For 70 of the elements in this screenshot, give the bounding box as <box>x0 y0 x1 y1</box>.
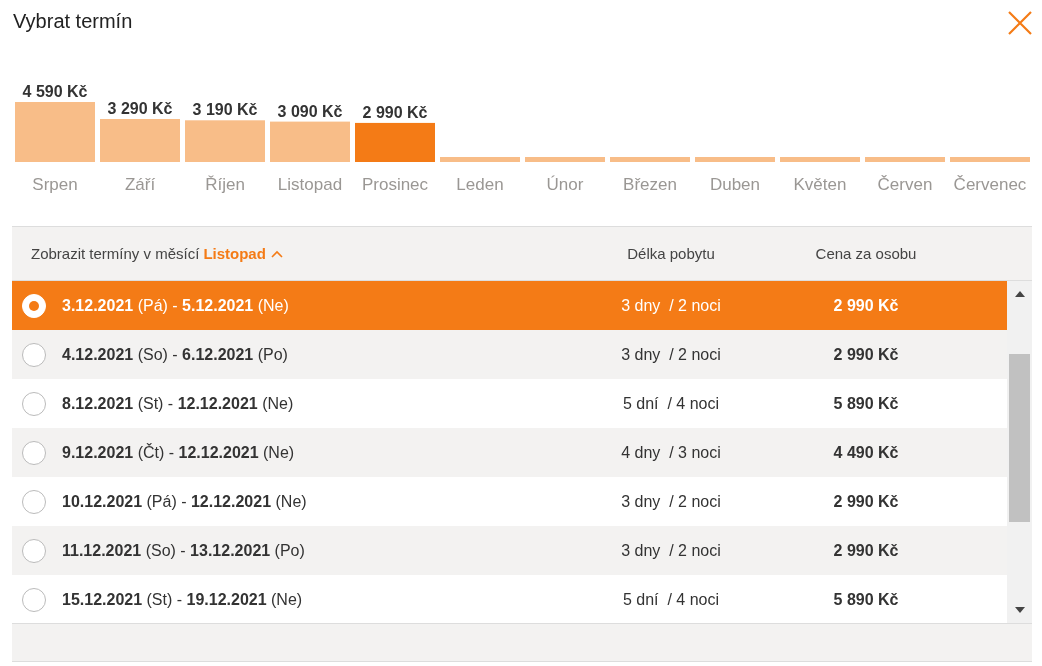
radio-button[interactable] <box>22 587 46 612</box>
empty-month-bar[interactable] <box>780 157 860 162</box>
price-label: 4 590 Kč <box>22 83 88 100</box>
stay-length: 3 dny / 2 noci <box>621 492 721 510</box>
month-label[interactable]: Březen <box>623 175 677 194</box>
price-bar[interactable] <box>355 122 435 162</box>
month-label[interactable]: Únor <box>546 175 584 194</box>
stay-length: 5 dní / 4 noci <box>622 394 720 412</box>
month-label[interactable]: Květen <box>793 175 847 194</box>
date-range: 15.12.2021 (St) - 19.12.2021 (Ne) <box>62 590 303 609</box>
dialog-title: Vybrat termín <box>13 9 133 33</box>
empty-month-bar[interactable] <box>525 157 605 162</box>
stay-length: 5 dní / 4 noci <box>622 590 720 608</box>
empty-month-bar[interactable] <box>865 157 945 162</box>
stay-length: 3 dny / 2 noci <box>621 541 721 559</box>
radio-button[interactable] <box>22 342 46 367</box>
radio-button[interactable] <box>22 440 46 465</box>
radio-button[interactable] <box>22 489 46 514</box>
price-per-person: 2 990 Kč <box>833 541 899 559</box>
empty-month-bar[interactable] <box>440 157 520 162</box>
month-label[interactable]: Září <box>124 175 156 194</box>
price-per-person: 5 890 Kč <box>833 590 899 608</box>
month-label[interactable]: Prosinec <box>361 175 429 194</box>
date-range: 10.12.2021 (Pá) - 12.12.2021 (Ne) <box>62 492 307 511</box>
stay-length: 4 dny / 3 noci <box>621 443 721 461</box>
close-icon <box>1008 11 1032 35</box>
scroll-up-icon[interactable] <box>1014 291 1025 297</box>
close-button[interactable] <box>1008 11 1032 35</box>
empty-month-bar[interactable] <box>695 157 775 162</box>
date-range: 8.12.2021 (St) - 12.12.2021 (Ne) <box>62 394 294 413</box>
month-label[interactable]: Listopad <box>277 175 343 194</box>
filter-label: Zobrazit termíny v měsící <box>31 245 200 262</box>
price-per-person: 2 990 Kč <box>833 296 899 314</box>
scrollbar[interactable] <box>1007 281 1032 623</box>
price-label: 3 290 Kč <box>107 100 173 117</box>
month-label[interactable]: Červen <box>877 175 933 194</box>
table-row[interactable]: 9.12.2021 (Čt) - 12.12.2021 (Ne) 4 dny / 3 noci 4 490 Kč <box>12 428 1007 477</box>
month-label[interactable]: Červenec <box>953 175 1027 194</box>
date-range: 4.12.2021 (So) - 6.12.2021 (Po) <box>62 345 288 364</box>
column-header: Délka pobytu <box>626 245 716 262</box>
stay-length: 3 dny / 2 noci <box>621 296 721 314</box>
price-per-person: 4 490 Kč <box>833 443 899 461</box>
date-range: 11.12.2021 (So) - 13.12.2021 (Po) <box>62 541 305 560</box>
price-bar[interactable] <box>185 120 265 162</box>
date-range: 9.12.2021 (Čt) - 12.12.2021 (Ne) <box>62 443 295 462</box>
price-per-person: 5 890 Kč <box>833 394 899 412</box>
radio-button[interactable] <box>22 538 46 563</box>
price-bar[interactable] <box>270 121 350 162</box>
table-row[interactable]: 11.12.2021 (So) - 13.12.2021 (Po) 3 dny / 2 noci 2 990 Kč <box>12 526 1007 575</box>
empty-month-bar[interactable] <box>610 157 690 162</box>
radio-button[interactable] <box>22 391 46 416</box>
scrollbar-thumb[interactable] <box>1009 354 1030 522</box>
price-label: 2 990 Kč <box>362 103 428 121</box>
price-per-person: 2 990 Kč <box>833 492 899 510</box>
stay-length: 3 dny / 2 noci <box>621 345 721 363</box>
month-label[interactable]: Říjen <box>205 175 245 194</box>
table-row[interactable]: 4.12.2021 (So) - 6.12.2021 (Po) 3 dny / 2 noci 2 990 Kč <box>12 330 1007 379</box>
column-header: Cena za osobu <box>814 245 918 262</box>
price-label: 3 190 Kč <box>192 101 258 119</box>
month-dropdown[interactable]: Listopad <box>203 245 283 262</box>
price-label: 3 090 Kč <box>277 102 343 120</box>
scroll-down-icon[interactable] <box>1014 607 1025 613</box>
month-label[interactable]: Srpen <box>32 175 78 194</box>
empty-month-bar[interactable] <box>950 157 1030 162</box>
month-label[interactable]: Leden <box>456 175 504 194</box>
chevron-up-icon <box>270 249 283 258</box>
table-row[interactable]: 3.12.2021 (Pá) - 5.12.2021 (Ne) 3 dny / 2 noci 2 990 Kč <box>12 281 1007 330</box>
month-label[interactable]: Duben <box>709 175 761 194</box>
date-range: 3.12.2021 (Pá) - 5.12.2021 (Ne) <box>62 296 289 315</box>
price-per-person: 2 990 Kč <box>833 345 899 363</box>
